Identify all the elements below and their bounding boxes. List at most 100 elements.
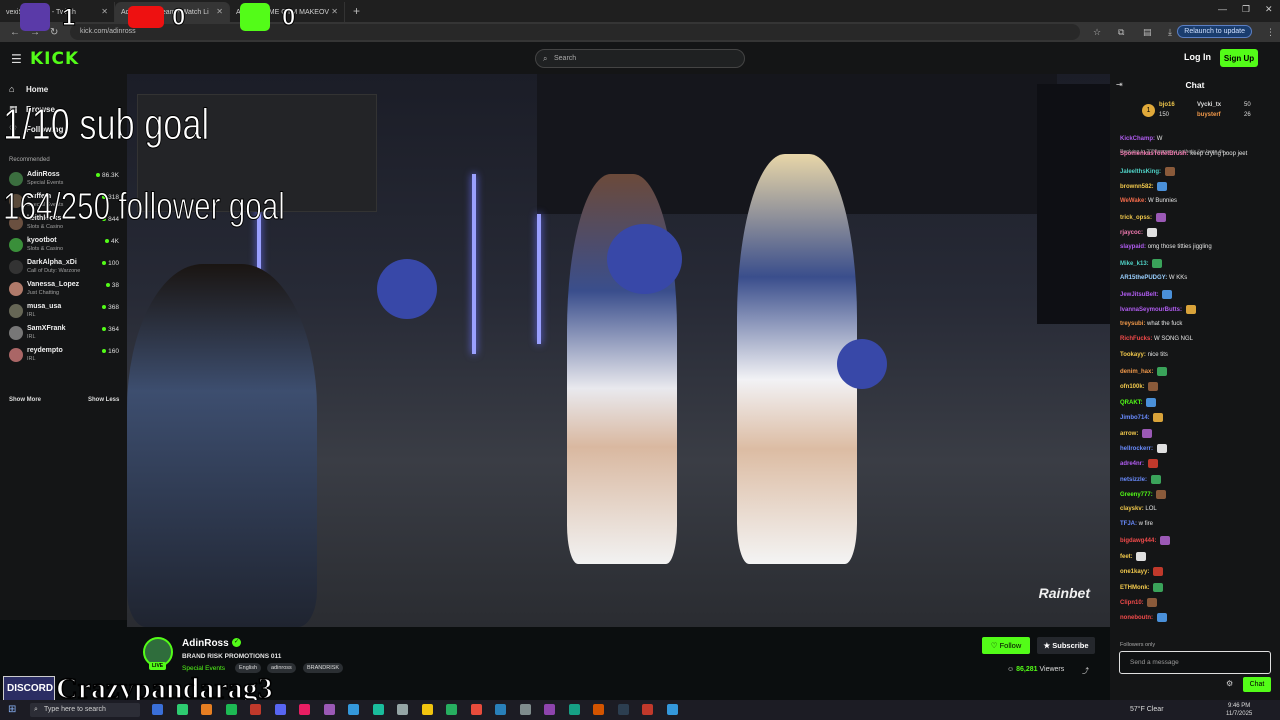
chat-username[interactable]: ETHMonk: bbox=[1120, 585, 1150, 591]
login-button[interactable]: Log In bbox=[1184, 52, 1211, 62]
taskbar-app-icon[interactable] bbox=[299, 704, 310, 715]
chat-message[interactable]: Clipn10: bbox=[1120, 598, 1158, 607]
chat-message[interactable]: AR15thePUDGY: W KKs bbox=[1120, 275, 1187, 281]
sidebar-channel[interactable]: kyootbot Slots & Casino 4K bbox=[9, 236, 121, 256]
chat-message[interactable]: treysubi: what the fuck bbox=[1120, 321, 1182, 327]
sidebar-channel[interactable]: DarkAlpha_xDi Call of Duty: Warzone 100 bbox=[9, 258, 121, 278]
chat-username[interactable]: adre4nr: bbox=[1120, 461, 1144, 467]
sidebar-channel[interactable]: musa_usa IRL 368 bbox=[9, 302, 121, 322]
close-icon[interactable]: ✕ bbox=[101, 7, 108, 16]
maximize-icon[interactable]: ❐ bbox=[1242, 4, 1250, 15]
taskbar-app-icon[interactable] bbox=[495, 704, 506, 715]
taskbar-app-icon[interactable] bbox=[250, 704, 261, 715]
chat-message[interactable]: ofn100k: bbox=[1120, 382, 1159, 392]
extensions-icon[interactable]: ⧉ bbox=[1118, 27, 1124, 38]
hamburger-menu-icon[interactable]: ☰ bbox=[11, 52, 22, 66]
weather-widget[interactable]: 57°F Clear bbox=[1130, 706, 1164, 713]
chat-username[interactable]: RichFucks: bbox=[1120, 336, 1152, 342]
taskbar-search[interactable]: ⌕ Type here to search bbox=[30, 703, 140, 717]
chat-message[interactable]: SpomenkasToiletBrush: keep crying poop j… bbox=[1120, 151, 1247, 157]
chat-message[interactable]: noneboutn: bbox=[1120, 613, 1167, 623]
chat-message[interactable]: KickChamp: W bbox=[1120, 136, 1162, 142]
taskbar-app-icon[interactable] bbox=[372, 704, 384, 715]
close-icon[interactable]: ✕ bbox=[331, 7, 338, 16]
video-player[interactable]: Rainbet bbox=[127, 74, 1110, 627]
streamer-name[interactable]: AdinRoss bbox=[182, 638, 229, 649]
chat-message[interactable]: brownn582: bbox=[1120, 182, 1168, 192]
chat-username[interactable]: treysubi: bbox=[1120, 321, 1145, 327]
chat-username[interactable]: clayskv: bbox=[1120, 506, 1144, 512]
chat-username[interactable]: WeWake: bbox=[1120, 198, 1146, 204]
chat-username[interactable]: JaleelthsKing: bbox=[1120, 169, 1161, 175]
taskbar-app-icon[interactable] bbox=[274, 704, 286, 715]
minimize-icon[interactable]: — bbox=[1218, 4, 1227, 14]
chat-username[interactable]: IvannaSeymourButts: bbox=[1120, 307, 1182, 313]
taskbar-app-icon[interactable] bbox=[152, 704, 163, 715]
chat-username[interactable]: one1kayy: bbox=[1120, 569, 1149, 575]
chat-message[interactable]: Jimbo714: bbox=[1120, 413, 1164, 423]
menu-dots-icon[interactable]: ⋮ bbox=[1266, 27, 1275, 38]
window-close-icon[interactable]: ✕ bbox=[1265, 4, 1273, 15]
stream-tag[interactable]: BRANDRISK bbox=[303, 663, 344, 673]
chat-message[interactable]: QRAKT: bbox=[1120, 397, 1157, 407]
chat-username[interactable]: rjaycoc: bbox=[1120, 230, 1143, 236]
taskbar-app-icon[interactable] bbox=[176, 704, 188, 715]
chat-message[interactable]: IvannaSeymourButts: bbox=[1120, 305, 1196, 315]
gear-icon[interactable]: ⚙ bbox=[1226, 679, 1233, 688]
taskbar-app-icon[interactable] bbox=[544, 704, 555, 715]
chat-username[interactable]: QRAKT: bbox=[1120, 400, 1143, 406]
chat-message[interactable]: rjaycoc: bbox=[1120, 228, 1157, 238]
reload-icon[interactable]: ↻ bbox=[50, 27, 58, 38]
chat-message[interactable]: TFJA: w fire bbox=[1120, 521, 1153, 527]
subscribe-button[interactable]: ★ Subscribe bbox=[1037, 637, 1095, 654]
chat-username[interactable]: AR15thePUDGY: bbox=[1120, 275, 1167, 281]
taskbar-app-icon[interactable] bbox=[201, 704, 212, 715]
chat-message[interactable]: hellrockerr: bbox=[1120, 444, 1167, 453]
chat-username[interactable]: arrow: bbox=[1120, 431, 1138, 437]
taskbar-app-icon[interactable] bbox=[470, 704, 482, 715]
chat-message[interactable]: denim_hax: bbox=[1120, 367, 1168, 376]
download-icon[interactable]: ⤓ bbox=[1168, 27, 1172, 38]
taskbar-app-icon[interactable] bbox=[519, 704, 531, 715]
chat-username[interactable]: KickChamp: bbox=[1120, 136, 1155, 142]
chat-username[interactable]: bigdawg444: bbox=[1120, 538, 1156, 544]
show-less-link[interactable]: Show Less bbox=[88, 397, 119, 403]
chat-message[interactable]: Mike_k13: bbox=[1120, 259, 1163, 269]
chat-username[interactable]: hellrockerr: bbox=[1120, 446, 1153, 452]
search-input[interactable]: ⌕ Search bbox=[535, 49, 745, 68]
taskbar-app-icon[interactable] bbox=[617, 704, 629, 715]
chat-username[interactable]: feet: bbox=[1120, 554, 1133, 560]
url-field[interactable]: kick.com/adinross bbox=[70, 24, 1080, 40]
chat-message[interactable]: one1kayy: bbox=[1120, 567, 1164, 577]
chat-message[interactable]: trick_opss: bbox=[1120, 213, 1166, 222]
taskbar-app-icon[interactable] bbox=[323, 704, 335, 715]
taskbar-app-icon[interactable] bbox=[348, 704, 359, 715]
close-icon[interactable]: ✕ bbox=[216, 7, 223, 16]
chat-username[interactable]: JewJitsuBelt: bbox=[1120, 292, 1159, 298]
show-more-link[interactable]: Show More bbox=[9, 397, 41, 403]
taskbar-app-icon[interactable] bbox=[666, 704, 678, 715]
taskbar-app-icon[interactable] bbox=[397, 704, 408, 715]
new-tab-icon[interactable]: + bbox=[353, 4, 360, 18]
chat-username[interactable]: Jimbo714: bbox=[1120, 415, 1150, 421]
chat-message[interactable]: netsizzle: bbox=[1120, 474, 1161, 484]
taskbar-app-icon[interactable] bbox=[446, 704, 457, 715]
back-icon[interactable]: ← bbox=[10, 27, 20, 38]
chat-message[interactable]: WeWake: W Bunnies bbox=[1120, 198, 1177, 204]
chat-username[interactable]: TFJA: bbox=[1120, 521, 1137, 527]
taskbar-app-icon[interactable] bbox=[568, 704, 580, 715]
sidebar-channel[interactable]: Vanessa_Lopez Just Chatting 38 bbox=[9, 280, 121, 300]
chat-message-input[interactable]: Send a message bbox=[1119, 651, 1271, 674]
chat-message[interactable]: feet: bbox=[1120, 551, 1147, 561]
chat-username[interactable]: netsizzle: bbox=[1120, 477, 1147, 483]
bookmark-star-icon[interactable]: ☆ bbox=[1093, 27, 1101, 38]
chat-username[interactable]: ofn100k: bbox=[1120, 384, 1145, 390]
chat-username[interactable]: denim_hax: bbox=[1120, 369, 1153, 375]
kick-logo[interactable]: KICK bbox=[30, 49, 79, 69]
chat-username[interactable]: Clipn10: bbox=[1120, 600, 1144, 606]
chat-message[interactable]: adre4nr: bbox=[1120, 459, 1158, 469]
stream-category[interactable]: Special Events bbox=[182, 665, 225, 672]
taskbar-app-icon[interactable] bbox=[642, 704, 653, 715]
chat-username[interactable]: trick_opss: bbox=[1120, 215, 1152, 221]
browser-tab[interactable]: vexiSanctuary - Twitch✕ bbox=[0, 2, 115, 22]
